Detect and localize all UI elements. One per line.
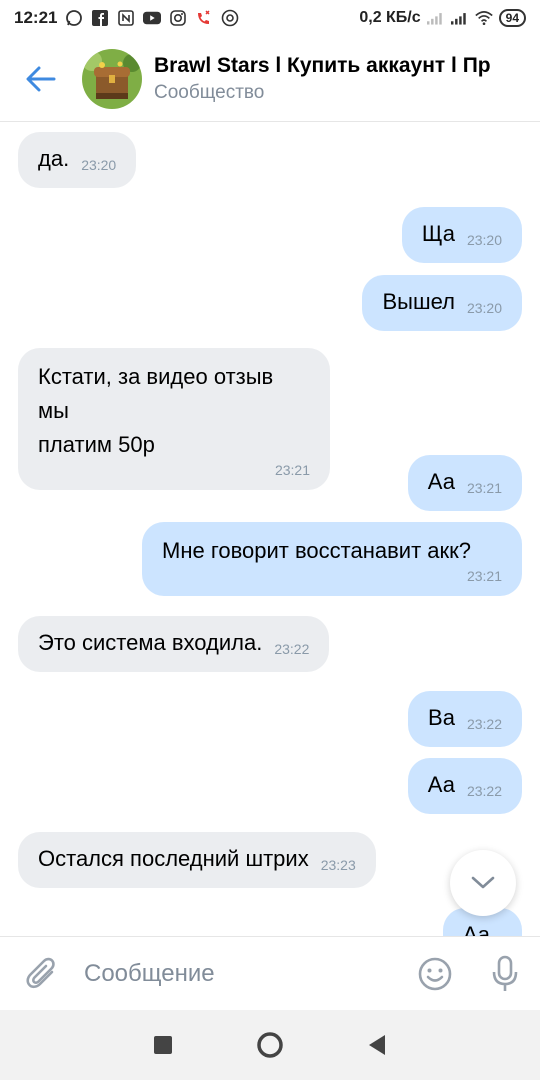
message-bubble[interactable]: Остался последний штрих 23:23	[18, 832, 376, 888]
instagram-icon	[169, 9, 187, 27]
emoji-button[interactable]	[400, 937, 470, 1011]
message-bubble[interactable]: Ва 23:22	[408, 691, 522, 747]
message-text: Остался последний штрих	[38, 846, 309, 871]
recent-apps-button[interactable]	[138, 1020, 188, 1070]
message-text: Аа	[427, 772, 455, 797]
smile-icon	[418, 957, 452, 990]
whatsapp-icon	[65, 9, 83, 27]
scroll-down-button[interactable]	[450, 850, 516, 916]
circle-icon	[257, 1032, 283, 1058]
signal-icon	[450, 9, 469, 27]
message-text: платим 50р	[38, 432, 155, 457]
message-text: Вышел	[382, 289, 455, 314]
message-bubble[interactable]: да. 23:20	[18, 132, 137, 188]
message-bubble[interactable]: Кстати, за видео отзыв мы платим 50р 23:…	[18, 348, 330, 490]
message-bubble[interactable]: Вышел 23:20	[362, 275, 522, 331]
system-nav-bar	[0, 1010, 540, 1080]
at-sign-icon	[221, 9, 239, 27]
message-time: 23:23	[320, 857, 356, 873]
paperclip-icon	[26, 957, 55, 988]
square-icon	[154, 1036, 173, 1054]
message-time: 23:22	[466, 783, 502, 799]
message-time: 23:21	[466, 480, 502, 496]
message-text: да.	[38, 146, 70, 171]
triangle-back-icon	[368, 1035, 385, 1055]
battery-icon: 94	[498, 9, 526, 27]
message-composer	[0, 936, 540, 1010]
message-bubble[interactable]: Ща 23:20	[401, 207, 522, 263]
message-bubble[interactable]: Это система входила. 23:22	[18, 616, 330, 672]
message-text: Кстати, за видео отзыв мы	[38, 364, 274, 423]
nfc-icon	[117, 9, 135, 27]
facebook-icon	[91, 9, 109, 27]
avatar[interactable]	[82, 48, 142, 109]
chat-header: Brawl Stars l Купить аккаунт l Пр Сообще…	[0, 36, 540, 122]
back-nav-button[interactable]	[352, 1020, 402, 1070]
home-button[interactable]	[245, 1020, 295, 1070]
notification-icons	[65, 9, 239, 27]
message-text: Аа	[462, 922, 490, 936]
message-bubble[interactable]: Аа 23:21	[407, 455, 522, 511]
status-time: 12:21	[14, 8, 58, 27]
chevron-down-icon	[471, 876, 495, 889]
message-text: Аа	[427, 469, 455, 494]
message-time: 23:20	[466, 300, 502, 316]
message-text: Мне говорит восстанавит акк?	[162, 538, 471, 563]
message-bubble[interactable]: Мне говорит восстанавит акк? 23:21	[142, 522, 522, 596]
message-time: 23:21	[274, 462, 310, 478]
message-time: 23:22	[274, 641, 310, 657]
missed-call-icon	[195, 9, 213, 27]
message-text: Ва	[428, 705, 455, 730]
message-time: 23:20	[81, 157, 117, 173]
attach-button[interactable]	[0, 937, 84, 1011]
message-text: Это система входила.	[38, 630, 263, 655]
wifi-icon	[474, 9, 493, 27]
message-text: Ща	[421, 221, 455, 246]
message-list[interactable]: да. 23:20 Ща 23:20 Вышел 23:20 Кстати, з…	[0, 122, 540, 936]
chat-title[interactable]: Brawl Stars l Купить аккаунт l Пр	[154, 54, 540, 78]
message-time: 23:21	[466, 568, 502, 584]
message-time: 23:22	[466, 716, 502, 732]
message-input[interactable]	[84, 948, 400, 999]
arrow-left-icon	[26, 66, 56, 91]
message-bubble[interactable]: Аа 23:22	[407, 758, 522, 814]
microphone-icon	[492, 955, 518, 991]
voice-message-button[interactable]	[470, 937, 540, 1011]
status-bar: 12:21 0,2 КБ/с 94	[0, 0, 540, 36]
youtube-icon	[143, 9, 162, 27]
chat-subtitle: Сообщество	[154, 81, 265, 103]
signal-icon	[426, 9, 445, 27]
network-speed: 0,2 КБ/с	[359, 9, 421, 26]
back-button[interactable]	[0, 36, 82, 122]
message-time: 23:20	[466, 232, 502, 248]
